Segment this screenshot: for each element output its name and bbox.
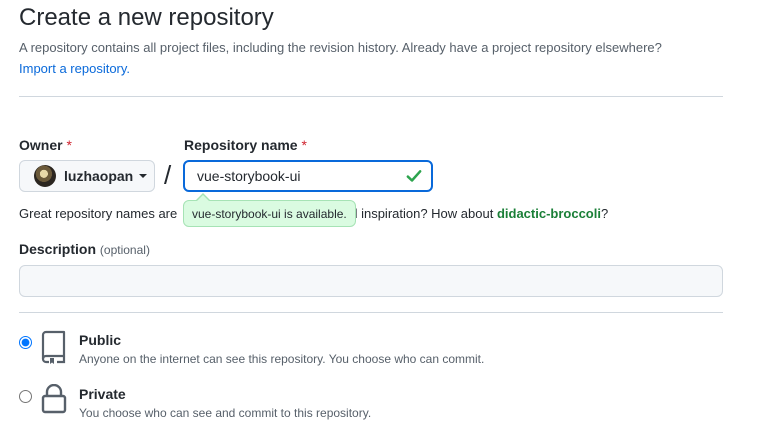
description-label: Description (optional): [19, 241, 150, 257]
private-radio[interactable]: [19, 390, 32, 403]
private-label: Private: [79, 386, 126, 402]
optional-text: (optional): [99, 243, 150, 257]
lock-icon: [41, 384, 67, 414]
required-mark: *: [66, 137, 72, 153]
public-radio[interactable]: [19, 336, 32, 349]
private-description: You choose who can see and commit to thi…: [79, 406, 372, 420]
public-description: Anyone on the internet can see this repo…: [79, 352, 485, 366]
check-icon: [406, 170, 422, 182]
repo-icon: [41, 330, 66, 364]
page-title: Create a new repository: [19, 4, 274, 31]
import-repository-link[interactable]: Import a repository.: [19, 61, 130, 76]
owner-dropdown[interactable]: luzhaopan: [19, 160, 155, 192]
suggested-name-link[interactable]: didactic-broccoli: [497, 206, 601, 221]
owner-name: luzhaopan: [64, 168, 134, 184]
owner-label: Owner *: [19, 137, 72, 153]
description-input[interactable]: [19, 265, 723, 297]
repository-name-label: Repository name *: [184, 137, 307, 153]
caret-down-icon: [139, 174, 148, 178]
owner-repo-separator: /: [164, 160, 172, 190]
page-subtitle: A repository contains all project files,…: [19, 40, 662, 55]
avatar: [34, 165, 56, 187]
repository-name-input[interactable]: [183, 160, 433, 192]
divider: [19, 312, 723, 313]
tooltip-arrow-inner: [197, 195, 209, 201]
public-label: Public: [79, 332, 122, 348]
availability-tooltip: vue-storybook-ui is available.: [183, 200, 356, 227]
divider: [19, 96, 723, 97]
required-mark: *: [301, 137, 307, 153]
